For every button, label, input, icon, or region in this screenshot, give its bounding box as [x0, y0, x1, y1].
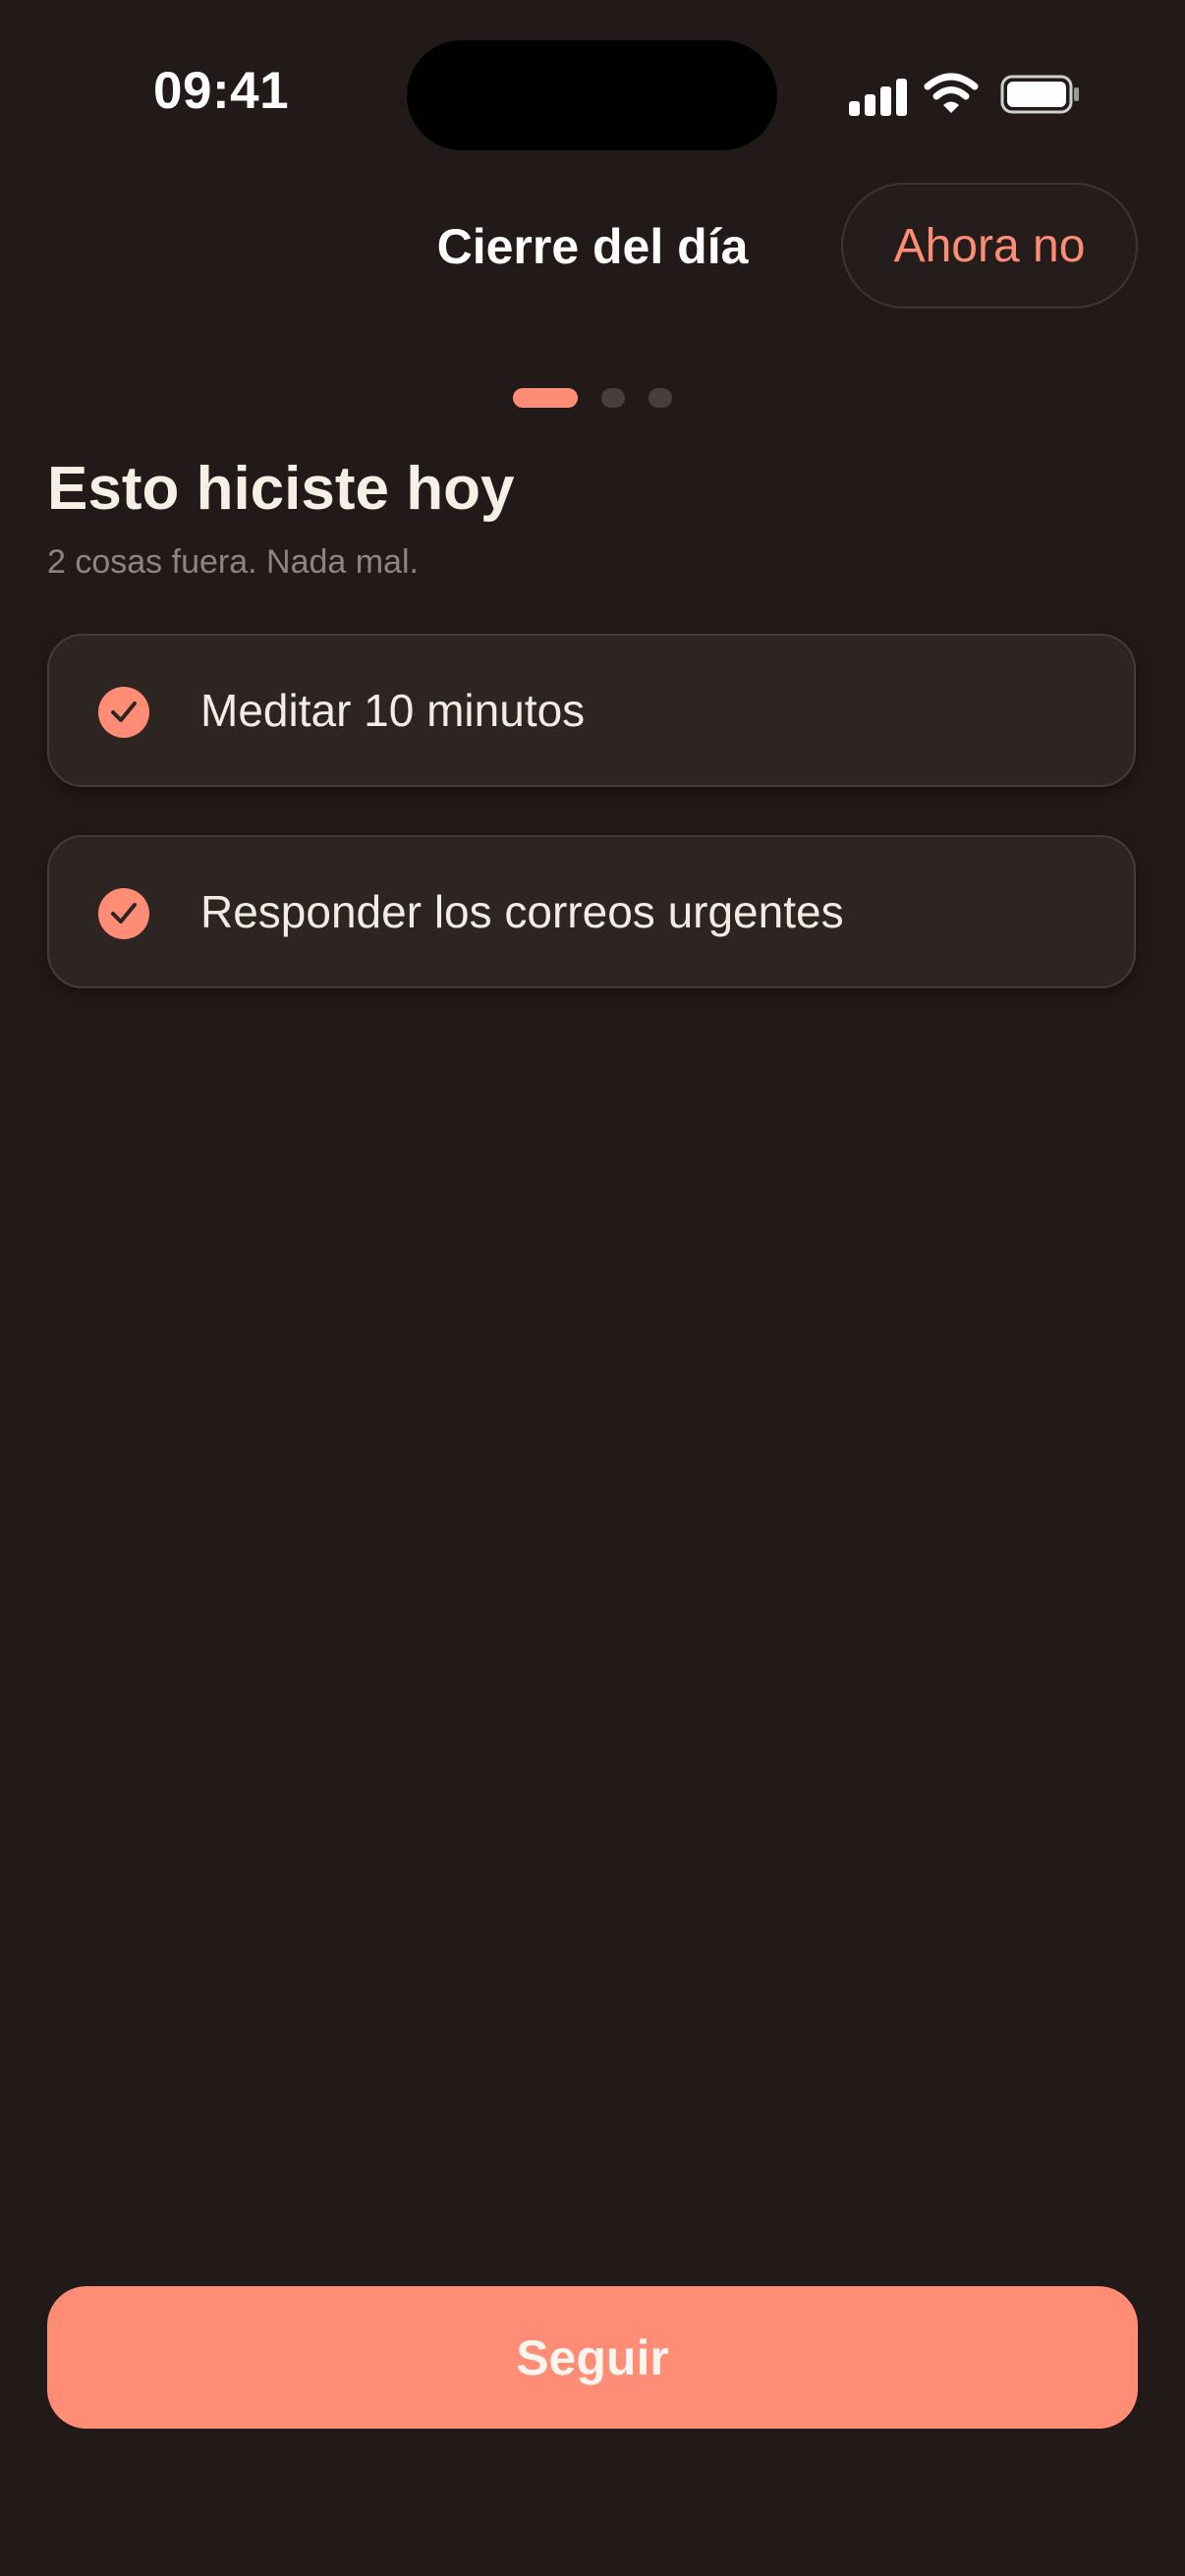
task-item[interactable]: Responder los correos urgentes	[47, 835, 1136, 988]
status-time: 09:41	[153, 62, 290, 120]
pager-dot-2	[601, 388, 625, 408]
continue-button[interactable]: Seguir	[47, 2286, 1138, 2429]
battery-icon	[1000, 75, 1081, 114]
status-bar: 09:41	[0, 0, 1185, 187]
wifi-icon	[924, 73, 979, 116]
check-circle-icon	[98, 888, 149, 939]
dynamic-island	[407, 40, 777, 150]
check-circle-icon	[98, 687, 149, 738]
task-item[interactable]: Meditar 10 minutos	[47, 634, 1136, 787]
step-pager	[0, 388, 1185, 408]
signal-icon	[849, 77, 908, 116]
step-subtitle: 2 cosas fuera. Nada mal.	[47, 543, 419, 581]
skip-button[interactable]: Ahora no	[841, 183, 1138, 308]
task-label: Meditar 10 minutos	[200, 685, 586, 736]
task-label: Responder los correos urgentes	[200, 886, 844, 937]
pager-dot-1	[513, 388, 578, 408]
pager-dot-3	[649, 388, 672, 408]
step-title: Esto hiciste hoy	[47, 455, 515, 523]
